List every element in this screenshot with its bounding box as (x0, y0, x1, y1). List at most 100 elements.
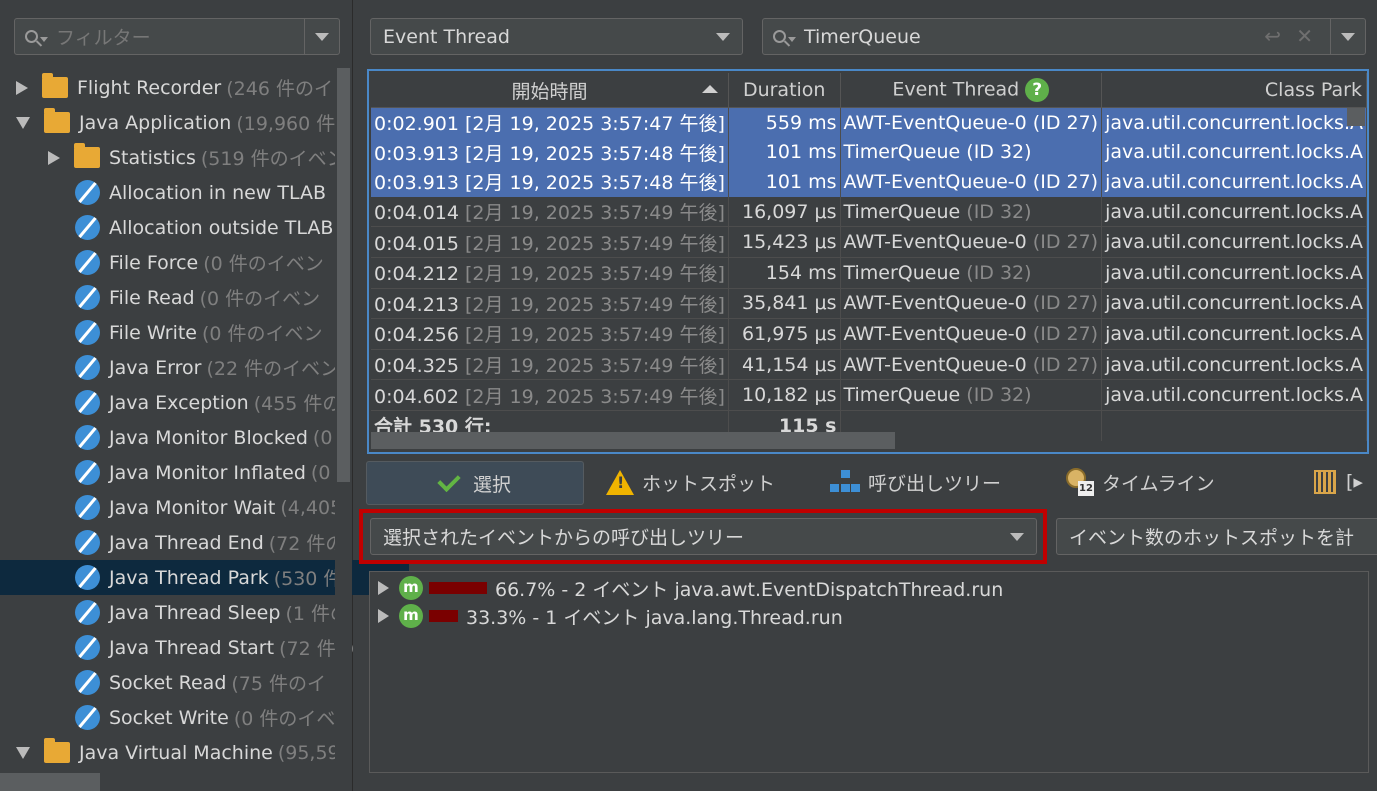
event-search-box[interactable]: TimerQueue ↩ ✕ (762, 18, 1366, 55)
statistics-bars-icon (1314, 470, 1336, 494)
group-by-combo[interactable]: Event Thread (370, 18, 743, 55)
cell-class-park: java.util.concurrent.locks.A (1101, 257, 1367, 289)
search-query[interactable]: TimerQueue (804, 26, 921, 48)
tree-item-count: (519 件のイベン (200, 148, 346, 170)
cell-start-time: 0:03.913 [2月 19, 2025 3:57:48 午後] (371, 167, 729, 197)
collapsed-arrow-icon[interactable] (48, 150, 60, 165)
table-row[interactable]: 0:03.913 [2月 19, 2025 3:57:48 午後] 101 ms T… (371, 137, 1367, 168)
table-row[interactable]: 0:04.015 [2月 19, 2025 3:57:49 午後] 15,423 … (371, 226, 1367, 258)
column-header-class-park[interactable]: Class Park (1101, 73, 1367, 108)
thread-name: TimerQueue (843, 200, 967, 223)
tree-item-count: (72 件の (268, 533, 345, 555)
expanded-arrow-icon[interactable] (16, 116, 30, 129)
cell-duration: 10,182 μs (728, 379, 841, 411)
tree-item[interactable]: Flight Recorder (246 件のイ (0, 70, 350, 105)
search-options-caret-icon[interactable] (40, 37, 48, 42)
tab-more[interactable]: [▸ (1314, 461, 1363, 503)
tree-item-label: File Force (109, 251, 199, 274)
table-horizontal-scrollbar-thumb[interactable] (371, 432, 895, 449)
column-header-start-time[interactable]: 開始時間 (371, 73, 729, 108)
start-time-value: 0:04.015 (374, 232, 466, 255)
column-header-event-thread[interactable]: Event Thread? (840, 73, 1103, 108)
tree-item-label: Socket Write (109, 706, 229, 729)
thread-id: (ID 27) (1032, 322, 1099, 345)
cell-event-thread: TimerQueue (ID 32) (840, 257, 1103, 289)
start-date-value: [2月 19, 2025 3:57:49 午後] (465, 355, 725, 378)
collapsed-arrow-icon[interactable] (378, 581, 389, 595)
tree-item[interactable]: Java Application (19,960 件の (0, 105, 350, 140)
table-row[interactable]: 0:04.014 [2月 19, 2025 3:57:49 午後] 16,097 … (371, 196, 1367, 228)
method-icon: m (399, 604, 423, 628)
metric-mode-value: イベント数のホットスポットを計 (1069, 527, 1355, 549)
cell-class-park: java.util.concurrent.locks.A (1101, 226, 1367, 258)
column-header-duration[interactable]: Duration (728, 73, 841, 108)
tab-timeline[interactable]: 12 タイムライン (1066, 461, 1215, 503)
tree-item-label: Java Thread Park (109, 566, 269, 589)
table-row[interactable]: 0:03.913 [2月 19, 2025 3:57:48 午後] 101 ms A… (371, 167, 1367, 197)
start-date-value: [2月 19, 2025 3:57:49 午後] (465, 324, 725, 347)
thread-id: (ID 32) (966, 384, 1032, 407)
tree-item-label: Java Monitor Inflated (109, 461, 306, 484)
cell-duration: 41,154 μs (728, 349, 841, 381)
cell-event-thread: TimerQueue (ID 32) (840, 137, 1103, 168)
event-type-icon (75, 635, 100, 660)
tree-item[interactable]: Statistics (519 件のイベン (0, 140, 382, 175)
tab-selection[interactable]: 選択 (366, 461, 584, 505)
tree-item-label: Socket Read (109, 671, 227, 694)
cell-start-time: 0:03.913 [2月 19, 2025 3:57:48 午後] (371, 137, 729, 168)
tree-item[interactable]: Java Virtual Machine (95,597 (0, 735, 350, 770)
search-icon[interactable] (25, 30, 38, 43)
cell-event-thread: AWT-EventQueue-0 (ID 27) (840, 288, 1103, 320)
cell-start-time: 0:04.256 [2月 19, 2025 3:57:49 午後] (371, 318, 729, 350)
table-row[interactable]: 0:04.602 [2月 19, 2025 3:57:49 午後] 10,182 … (371, 379, 1367, 411)
call-tree-node[interactable]: m 66.7% - 2 イベント java.awt.EventDispatchTh… (378, 574, 1003, 602)
tab-hotspot[interactable]: ホットスポット (606, 461, 775, 503)
sort-ascending-icon (701, 85, 718, 93)
start-date-value: [2月 19, 2025 3:57:49 午後] (465, 232, 725, 255)
collapsed-arrow-icon[interactable] (16, 80, 28, 95)
table-row[interactable]: 0:02.901 [2月 19, 2025 3:57:47 午後] 559 ms A… (371, 107, 1367, 138)
thread-name: AWT-EventQueue-0 (843, 292, 1033, 315)
table-vertical-scrollbar-thumb[interactable] (1347, 108, 1365, 126)
clear-search-icon[interactable]: ✕ (1296, 24, 1313, 48)
table-row[interactable]: 0:04.212 [2月 19, 2025 3:57:49 午後] 154 ms T… (371, 257, 1367, 289)
folder-icon (44, 738, 70, 763)
cell-class-park: java.util.concurrent.locks.A (1101, 349, 1367, 381)
table-row[interactable]: 0:04.325 [2月 19, 2025 3:57:49 午後] 41,154 … (371, 349, 1367, 381)
cell-event-thread: AWT-EventQueue-0 (ID 27) (840, 107, 1103, 138)
thread-id: (ID 27) (1032, 292, 1099, 315)
percentage-bar (429, 582, 487, 594)
thread-name: TimerQueue (843, 141, 967, 164)
warning-icon (606, 469, 634, 495)
collapsed-arrow-icon[interactable] (378, 609, 389, 623)
tree-horizontal-scrollbar-thumb[interactable] (0, 773, 100, 791)
expanded-arrow-icon[interactable] (16, 746, 30, 759)
call-tree-node[interactable]: m 33.3% - 1 イベント java.lang.Thread.run (378, 602, 843, 630)
search-options-caret-icon[interactable] (788, 37, 796, 42)
thread-id: (ID 32) (966, 261, 1032, 284)
cell-duration: 61,975 μs (728, 318, 841, 350)
help-icon[interactable]: ? (1025, 78, 1050, 102)
table-row[interactable]: 0:04.213 [2月 19, 2025 3:57:49 午後] 35,841 … (371, 288, 1367, 320)
tree-item-label: Java Application (79, 111, 232, 134)
wrap-search-icon[interactable]: ↩ (1264, 24, 1281, 48)
start-date-value: [2月 19, 2025 3:57:48 午後] (465, 172, 725, 195)
table-row[interactable]: 0:04.256 [2月 19, 2025 3:57:49 午後] 61,975 … (371, 318, 1367, 350)
filter-placeholder[interactable]: フィルター (56, 23, 151, 50)
tab-call-tree[interactable]: 呼び出しツリー (830, 461, 1001, 503)
search-icon[interactable] (773, 30, 786, 43)
tree-item-count: (75 件のイ (231, 673, 327, 695)
event-type-icon (75, 320, 100, 345)
search-history-dropdown-button[interactable] (1330, 19, 1365, 54)
tree-item-count: (246 件のイ (226, 78, 333, 100)
tree-scrollbar-thumb[interactable] (337, 68, 350, 482)
start-date-value: [2月 19, 2025 3:57:49 午後] (465, 385, 725, 408)
tree-item-label: Statistics (109, 146, 196, 169)
tree-item-label: Allocation in new TLAB (109, 181, 327, 204)
metric-mode-combo[interactable]: イベント数のホットスポットを計 (1056, 518, 1377, 555)
cell-event-thread: AWT-EventQueue-0 (ID 27) (840, 226, 1103, 258)
filter-search-box[interactable]: フィルター (14, 18, 340, 55)
tree-vertical-scrollbar[interactable] (335, 68, 352, 791)
filter-history-dropdown-button[interactable] (304, 19, 339, 54)
start-date-value: [2月 19, 2025 3:57:47 午後] (465, 113, 725, 136)
